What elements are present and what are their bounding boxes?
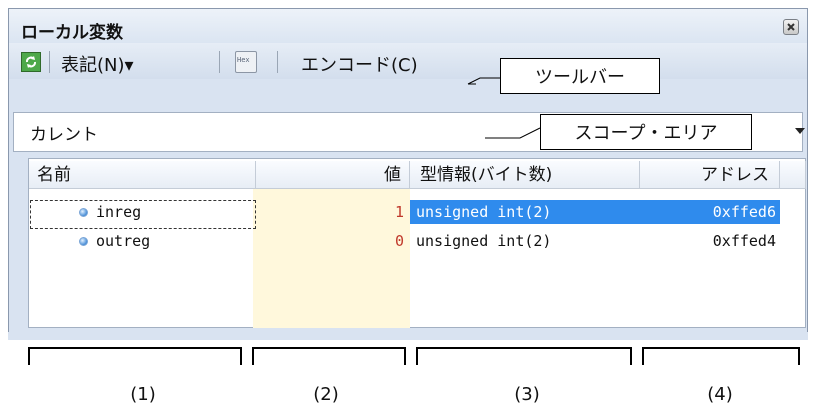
annotation-label-2: (2) <box>313 384 339 405</box>
annotation-bracket-1 <box>28 347 242 365</box>
scope-area-callout: スコープ・エリア <box>540 114 752 150</box>
annotation-label-4: (4) <box>707 384 733 405</box>
toolbar-callout: ツールバー <box>500 58 660 94</box>
annotation-bracket-4 <box>642 347 800 365</box>
annotation-label-1: (1) <box>130 384 156 405</box>
annotation-label-3: (3) <box>514 384 540 405</box>
annotation-bracket-2 <box>252 347 406 365</box>
annotation-bracket-3 <box>416 347 632 365</box>
